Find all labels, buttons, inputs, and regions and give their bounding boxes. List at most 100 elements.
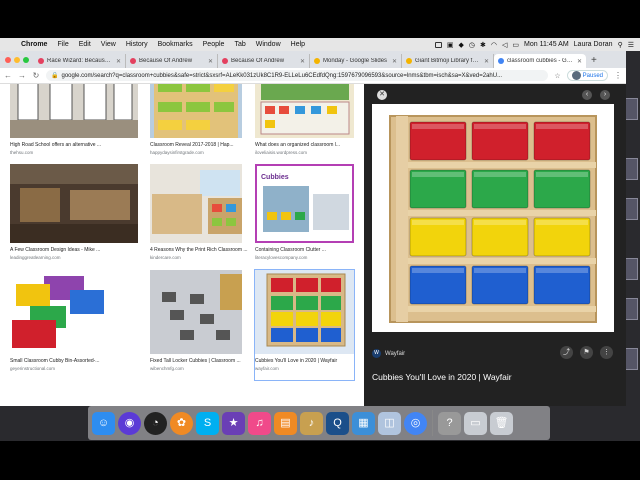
browser-tab[interactable]: Because Of Andrew ✕ (126, 54, 218, 68)
profile-paused-button[interactable]: Paused (566, 70, 608, 81)
result-thumbnail[interactable] (255, 270, 354, 354)
menu-view[interactable]: View (96, 41, 121, 48)
menubar-clock[interactable]: Mon 11:45 AM (524, 41, 569, 48)
bookmark-star-icon[interactable]: ☆ (554, 72, 560, 80)
image-result[interactable]: Cubbies Containing Classroom Clutter ... l… (255, 164, 354, 269)
finder-icon[interactable]: ☺ (92, 411, 115, 435)
image-result[interactable]: What does an organized classroom l... ilo… (255, 84, 354, 164)
time-machine-icon[interactable]: ◷ (469, 41, 475, 49)
image-result[interactable]: 4 Reasons Why the Print Rich Classroom .… (150, 164, 248, 269)
bluetooth-icon[interactable]: ✱ (480, 41, 486, 49)
menu-bookmarks[interactable]: Bookmarks (153, 41, 198, 48)
reload-icon[interactable]: ↻ (32, 71, 40, 80)
forward-icon[interactable]: → (18, 71, 26, 80)
dropbox-icon[interactable]: ◆ (459, 41, 464, 49)
back-icon[interactable]: ← (4, 71, 12, 80)
garageband-icon[interactable]: ♪ (300, 411, 323, 435)
trash-icon[interactable]: 🗑 (490, 411, 513, 435)
desktop-file-icon[interactable] (624, 198, 638, 220)
result-title[interactable]: Cubbies You'll Love in 2020 | Wayfair (255, 358, 337, 364)
result-thumbnail[interactable] (150, 270, 242, 354)
more-options-icon[interactable]: ⋮ (600, 346, 613, 359)
address-bar[interactable]: 🔒 google.com/search?q=classroom+cubbies&… (46, 70, 549, 81)
result-title[interactable]: High Road School offers an alternative .… (10, 142, 101, 148)
result-title[interactable]: Containing Classroom Clutter ... (255, 247, 326, 253)
preview-image[interactable] (372, 104, 614, 332)
ibooks-icon[interactable]: ▤ (274, 411, 297, 435)
result-title[interactable]: Small Classroom Cubby Bin-Assorted-... (10, 358, 99, 364)
save-bookmark-icon[interactable]: ⚑ (580, 346, 593, 359)
close-tab-icon[interactable]: ✕ (484, 58, 489, 65)
close-tab-icon[interactable]: ✕ (208, 58, 213, 65)
close-tab-icon[interactable]: ✕ (392, 58, 397, 65)
image-result[interactable]: Classroom Reveal 2017-2018 | Hap... happy… (150, 84, 242, 164)
browser-tab[interactable]: classroom cubbies - Goog ✕ (494, 54, 586, 68)
downloads-icon[interactable]: ▭ (464, 411, 487, 435)
dashboard-icon[interactable]: ◔ (144, 411, 167, 435)
desktop-file-icon[interactable] (624, 98, 638, 120)
menu-people[interactable]: People (198, 41, 230, 48)
image-result[interactable]: Small Classroom Cubby Bin-Assorted-... ge… (10, 270, 138, 380)
close-tab-icon[interactable]: ✕ (116, 58, 121, 65)
skype-icon[interactable]: S (196, 411, 219, 435)
zoom-icon[interactable]: ▣ (447, 41, 454, 49)
result-thumbnail[interactable] (10, 164, 138, 243)
menu-history[interactable]: History (121, 41, 153, 48)
browser-tab[interactable]: Race Wizard: Because Of ✕ (34, 54, 126, 68)
image-result[interactable]: Cubbies You'll Love in 2020 | Wayfair way… (254, 269, 355, 381)
image-result[interactable]: Fixed Tall Locker Cubbies | Classroom ..… (150, 270, 242, 380)
close-preview-icon[interactable]: ✕ (377, 90, 387, 100)
screen-record-icon[interactable] (434, 41, 442, 48)
result-title[interactable]: Classroom Reveal 2017-2018 | Hap... (150, 142, 234, 148)
close-tab-icon[interactable]: ✕ (300, 58, 305, 65)
quicktime-icon[interactable]: Q (326, 411, 349, 435)
desktop-file-icon[interactable] (624, 348, 638, 370)
battery-icon[interactable]: ▭ (512, 41, 519, 49)
photobooth-icon[interactable]: ◫ (378, 411, 401, 435)
help-icon[interactable]: ? (438, 411, 461, 435)
result-title[interactable]: What does an organized classroom l... (255, 142, 340, 148)
spotlight-icon[interactable]: ⚲ (618, 41, 623, 49)
image-result[interactable]: A Few Classroom Design Ideas - Mike ... l… (10, 164, 138, 269)
notification-center-icon[interactable]: ☰ (628, 41, 634, 49)
close-window-icon[interactable] (5, 57, 11, 63)
desktop-file-icon[interactable] (624, 158, 638, 180)
volume-icon[interactable]: ◁ (502, 41, 507, 49)
browser-tab[interactable]: Because Of Andrew ✕ (218, 54, 310, 68)
preview-source[interactable]: W Wayfair (372, 349, 405, 358)
minimize-window-icon[interactable] (14, 57, 20, 63)
menu-edit[interactable]: Edit (74, 41, 96, 48)
menu-help[interactable]: Help (286, 41, 310, 48)
previous-image-icon[interactable]: ‹ (582, 90, 592, 100)
menu-tab[interactable]: Tab (229, 41, 250, 48)
itunes-icon[interactable]: ♫ (248, 411, 271, 435)
result-title[interactable]: Fixed Tall Locker Cubbies | Classroom ..… (150, 358, 241, 364)
new-tab-button[interactable]: + (586, 55, 602, 68)
preview-icon[interactable]: ▦ (352, 411, 375, 435)
browser-tab[interactable]: Giant Bitmoji Library for E ✕ (402, 54, 494, 68)
wifi-icon[interactable]: ◠ (491, 41, 497, 49)
result-title[interactable]: A Few Classroom Design Ideas - Mike ... (10, 247, 100, 253)
chrome-menu-icon[interactable]: ⋮ (614, 71, 622, 80)
result-thumbnail[interactable] (10, 84, 138, 138)
next-image-icon[interactable]: › (600, 90, 610, 100)
result-thumbnail[interactable] (150, 164, 242, 243)
photos-icon[interactable]: ✿ (170, 411, 193, 435)
result-thumbnail[interactable] (255, 84, 354, 138)
result-title[interactable]: 4 Reasons Why the Print Rich Classroom .… (150, 247, 248, 253)
menu-chrome[interactable]: Chrome (16, 41, 52, 48)
desktop-file-icon[interactable] (624, 258, 638, 280)
preview-title[interactable]: Cubbies You'll Love in 2020 | Wayfair (372, 372, 512, 382)
siri-icon[interactable]: ◉ (118, 411, 141, 435)
maximize-window-icon[interactable] (23, 57, 29, 63)
close-tab-icon[interactable]: ✕ (577, 58, 582, 65)
browser-tab[interactable]: Monday - Google Slides ✕ (310, 54, 402, 68)
menu-window[interactable]: Window (251, 41, 286, 48)
imovie-icon[interactable]: ★ (222, 411, 245, 435)
image-result[interactable]: High Road School offers an alternative .… (10, 84, 138, 164)
menubar-user[interactable]: Laura Doran (574, 41, 613, 48)
result-thumbnail[interactable] (10, 270, 138, 354)
share-icon[interactable]: ⤴ (560, 346, 573, 359)
desktop-file-icon[interactable] (624, 298, 638, 320)
menu-file[interactable]: File (52, 41, 73, 48)
